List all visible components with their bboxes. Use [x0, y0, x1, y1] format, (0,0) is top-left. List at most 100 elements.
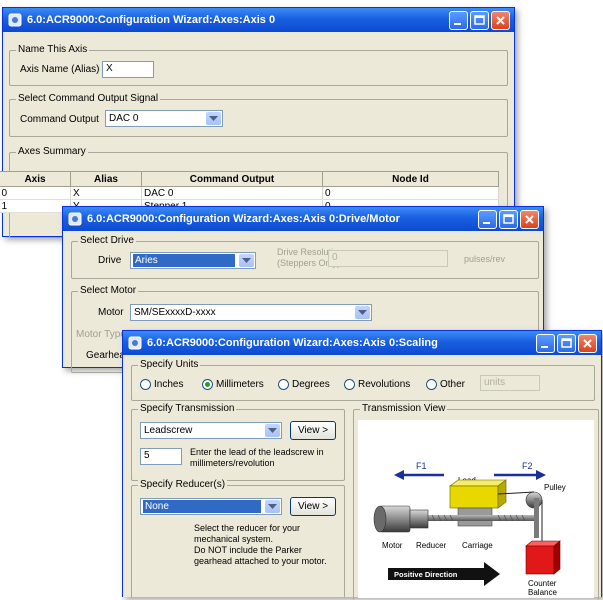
radio-inches[interactable]: Inches [140, 379, 183, 390]
f2-label: F2 [522, 461, 533, 471]
radio-revolutions[interactable]: Revolutions [344, 379, 410, 390]
radio-button[interactable] [202, 379, 213, 390]
radio-millimeters[interactable]: Millimeters [202, 379, 264, 390]
table-cell: 1 [0, 199, 71, 213]
maximize-button[interactable] [470, 10, 489, 30]
specify-transmission-group: Specify Transmission Leadscrew View > 5 … [131, 403, 345, 481]
radio-other[interactable]: Other [426, 379, 465, 390]
column-header[interactable]: Node Id [322, 171, 499, 187]
group-label: Specify Units [138, 359, 201, 370]
radio-label: Millimeters [216, 379, 264, 390]
radio-button[interactable] [278, 379, 289, 390]
minimize-button[interactable] [478, 209, 497, 229]
lead-description-1: Enter the lead of the leadscrew in [190, 447, 324, 457]
load-block [449, 479, 507, 509]
maximize-icon [474, 14, 485, 25]
transmission-view-group: Transmission View F1 F2 Pulley Motor Red… [353, 403, 599, 600]
select-drive-group: Select Drive Drive Aries Drive Resolutio… [71, 235, 539, 279]
motor-type-label: Motor Type [76, 329, 126, 340]
motor-label: Motor [98, 307, 124, 318]
command-output-select[interactable]: DAC 0 [105, 110, 223, 127]
carriage-label: Carriage [462, 541, 493, 550]
reducer-view-button[interactable]: View > [290, 497, 336, 516]
dropdown-button[interactable] [355, 306, 370, 319]
drive-resolution-input[interactable]: 0 [328, 250, 448, 267]
pulley-label: Pulley [544, 483, 566, 492]
close-button[interactable] [491, 10, 510, 30]
radio-label: Degrees [292, 379, 330, 390]
transmission-view-button[interactable]: View > [290, 421, 336, 440]
group-label: Select Command Output Signal [16, 93, 161, 104]
window-title: 6.0:ACR9000:Configuration Wizard:Axes:Ax… [147, 337, 438, 349]
app-icon [68, 212, 82, 226]
reducer-description-2: mechanical system. [194, 534, 274, 544]
force-arrow-f2 [494, 470, 546, 480]
close-button[interactable] [520, 209, 539, 229]
radio-button[interactable] [344, 379, 355, 390]
dropdown-button[interactable] [239, 254, 254, 267]
window-titlebar[interactable]: 6.0:ACR9000:Configuration Wizard:Axes:Ax… [3, 8, 514, 32]
radio-label: Other [440, 379, 466, 390]
command-output-label: Command Output [20, 114, 99, 125]
drive-label: Drive [98, 255, 122, 266]
axis-name-input[interactable]: X [102, 61, 154, 78]
group-label: Name This Axis [16, 44, 90, 55]
app-icon [8, 13, 22, 27]
motor [373, 505, 411, 533]
dropdown-button[interactable] [265, 424, 280, 437]
radio-label: Revolutions [358, 379, 411, 390]
motor-select[interactable]: SM/SExxxxD-xxxx [130, 304, 372, 321]
motor-label: Motor [382, 541, 403, 550]
command-output-group: Select Command Output Signal Command Out… [9, 93, 508, 137]
selected-value: None [143, 500, 261, 513]
axis-name-label: Axis Name (Alias) [20, 64, 100, 75]
app-icon [128, 336, 142, 350]
table-cell: 0 [322, 186, 499, 200]
selected-value: Aries [133, 254, 235, 267]
radio-degrees[interactable]: Degrees [278, 379, 330, 390]
window-titlebar[interactable]: 6.0:ACR9000:Configuration Wizard:Axes:Ax… [123, 331, 601, 355]
minimize-button[interactable] [449, 10, 468, 30]
dropdown-button[interactable] [265, 500, 280, 513]
reducer-select[interactable]: None [140, 498, 282, 515]
column-header[interactable]: Axis [0, 171, 71, 187]
table-cell: 0 [0, 186, 71, 200]
close-button[interactable] [578, 333, 597, 353]
drive-select[interactable]: Aries [130, 252, 256, 269]
lead-input[interactable]: 5 [140, 448, 182, 465]
group-label: Transmission View [360, 403, 448, 414]
table-row[interactable]: 0 X DAC 0 0 [0, 186, 499, 200]
reducer [409, 509, 429, 529]
window-title: 6.0:ACR9000:Configuration Wizard:Axes:Ax… [27, 14, 276, 26]
chevron-down-icon [358, 310, 367, 315]
table-header-row: Axis Alias Command Output Node Id [0, 171, 499, 187]
window-title: 6.0:ACR9000:Configuration Wizard:Axes:Ax… [87, 213, 400, 225]
force-arrow-f1 [394, 470, 444, 480]
selected-value: DAC 0 [109, 113, 139, 124]
dropdown-button[interactable] [206, 112, 221, 125]
group-label: Axes Summary [16, 146, 88, 157]
specify-reducers-group: Specify Reducer(s) None View > Select th… [131, 479, 345, 598]
minimize-icon [541, 345, 548, 348]
selected-value: SM/SExxxxD-xxxx [134, 307, 216, 318]
close-icon [525, 214, 534, 224]
leadscrew-diagram: F1 F2 Load Pulley [358, 420, 594, 598]
minimize-button[interactable] [536, 333, 555, 353]
maximize-button[interactable] [499, 209, 518, 229]
transmission-select[interactable]: Leadscrew [140, 422, 282, 439]
window-titlebar[interactable]: 6.0:ACR9000:Configuration Wizard:Axes:Ax… [63, 207, 543, 231]
other-units-input[interactable]: units [480, 375, 540, 391]
column-header[interactable]: Alias [70, 171, 142, 187]
radio-button[interactable] [140, 379, 151, 390]
pulses-rev-label: pulses/rev [464, 254, 506, 264]
selected-value: Leadscrew [144, 425, 193, 436]
reducer-label: Reducer [416, 541, 447, 550]
counter-balance [525, 540, 561, 575]
name-axis-group: Name This Axis Axis Name (Alias) X [9, 44, 508, 86]
close-icon [583, 338, 592, 348]
lead-description-2: millimeters/revolution [190, 458, 275, 468]
close-icon [496, 15, 505, 25]
column-header[interactable]: Command Output [141, 171, 323, 187]
maximize-button[interactable] [557, 333, 576, 353]
radio-button[interactable] [426, 379, 437, 390]
